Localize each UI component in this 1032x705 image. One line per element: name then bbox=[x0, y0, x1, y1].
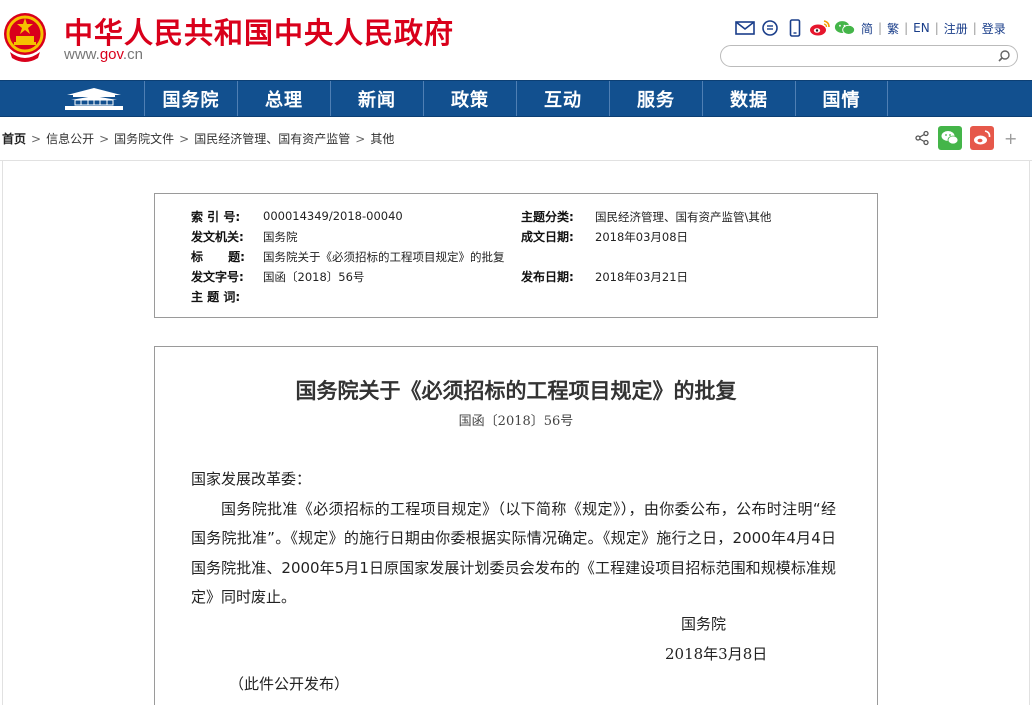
meta-topic-label: 主题分类: bbox=[521, 210, 574, 224]
article-title: 国务院关于《必须招标的工程项目规定》的批复 bbox=[295, 378, 737, 403]
meta-issuer-value: 国务院 bbox=[263, 230, 298, 244]
nav-item-premier[interactable]: 总理 bbox=[237, 81, 330, 116]
weibo-icon[interactable] bbox=[809, 18, 831, 38]
article-salutation: 国家发展改革委： bbox=[191, 470, 312, 488]
main-nav: 国务院 总理 新闻 政策 互动 服务 数据 国情 bbox=[0, 80, 1032, 117]
share-weibo-icon[interactable] bbox=[970, 126, 994, 150]
meta-row: 发文机关: 国务院 成文日期: 2018年03月08日 bbox=[155, 228, 877, 246]
breadcrumb-info-disclosure[interactable]: 信息公开 bbox=[46, 130, 94, 147]
meta-row: 发文字号: 国函〔2018〕56号 发布日期: 2018年03月21日 bbox=[155, 268, 877, 286]
nav-item-policy[interactable]: 政策 bbox=[423, 81, 516, 116]
share-bar: + bbox=[914, 126, 1017, 150]
breadcrumb-home[interactable]: 首页 bbox=[2, 130, 26, 147]
meta-topic-value: 国民经济管理、国有资产监管\其他 bbox=[595, 210, 772, 224]
meta-pubdate-label: 发布日期: bbox=[521, 270, 574, 284]
article-paragraph: 国务院批准《必须招标的工程项目规定》（以下简称《规定》），由你委公布，公布时注明… bbox=[191, 499, 836, 607]
nav-item-national-info[interactable]: 国情 bbox=[795, 81, 888, 116]
url-suffix: .cn bbox=[122, 46, 143, 63]
site-header: 中华人民共和国中央人民政府 www.gov.cn 简 | 繁 | EN | 注册… bbox=[0, 0, 1032, 80]
top-tools: 简 | 繁 | EN | 注册 | 登录 bbox=[734, 18, 1006, 38]
meta-docno-label: 发文字号: bbox=[191, 270, 244, 284]
nav-item-state-council[interactable]: 国务院 bbox=[144, 81, 237, 116]
link-register[interactable]: 注册 bbox=[944, 20, 968, 37]
meta-index-label: 索 引 号: bbox=[191, 210, 241, 224]
breadcrumb-separator: > bbox=[99, 131, 110, 146]
share-wechat-icon[interactable] bbox=[938, 126, 962, 150]
breadcrumb: 首页 > 信息公开 > 国务院文件 > 国民经济管理、国有资产监管 > 其他 bbox=[2, 130, 394, 147]
document-metadata-table: 索 引 号: 000014349/2018-00040 主题分类: 国民经济管理… bbox=[154, 193, 878, 318]
mail-icon[interactable] bbox=[734, 18, 756, 38]
nav-item-data[interactable]: 数据 bbox=[702, 81, 795, 116]
link-english[interactable]: EN bbox=[913, 21, 930, 35]
divider: | bbox=[972, 21, 977, 35]
meta-row: 索 引 号: 000014349/2018-00040 主题分类: 国民经济管理… bbox=[155, 208, 877, 226]
article-signer: 国务院 bbox=[681, 615, 727, 633]
nav-item-interaction[interactable]: 互动 bbox=[516, 81, 609, 116]
search-icon[interactable] bbox=[997, 49, 1011, 63]
divider: | bbox=[904, 21, 909, 35]
article-doc-number: 国函〔2018〕56号 bbox=[458, 414, 574, 429]
article-publish-note: （此件公开发布） bbox=[229, 675, 350, 693]
meta-row: 标 题: 国务院关于《必须招标的工程项目规定》的批复 bbox=[155, 248, 877, 266]
breadcrumb-separator: > bbox=[179, 131, 190, 146]
nav-item-news[interactable]: 新闻 bbox=[330, 81, 423, 116]
wechat-icon[interactable] bbox=[834, 18, 856, 38]
meta-index-value: 000014349/2018-00040 bbox=[263, 209, 403, 223]
search-box bbox=[720, 45, 1018, 67]
breadcrumb-separator: > bbox=[31, 131, 42, 146]
search-input[interactable] bbox=[731, 48, 991, 64]
breadcrumb-other[interactable]: 其他 bbox=[370, 130, 394, 147]
url-prefix: www. bbox=[64, 46, 100, 63]
meta-docno-value: 国函〔2018〕56号 bbox=[263, 270, 365, 284]
nav-home[interactable] bbox=[44, 81, 144, 116]
breadcrumb-state-council-docs[interactable]: 国务院文件 bbox=[114, 130, 174, 147]
share-more-button[interactable]: + bbox=[1004, 129, 1017, 148]
url-brand: gov bbox=[99, 46, 123, 63]
meta-row: 主 题 词: bbox=[155, 288, 877, 306]
nav-item-services[interactable]: 服务 bbox=[609, 81, 702, 116]
article-sign-date: 2018年3月8日 bbox=[665, 645, 768, 663]
nav-items: 国务院 总理 新闻 政策 互动 服务 数据 国情 bbox=[144, 81, 888, 116]
article-content: 国家发展改革委： 国务院批准《必须招标的工程项目规定》（以下简称《规定》），由你… bbox=[191, 465, 836, 613]
article-body-panel: 国务院关于《必须招标的工程项目规定》的批复 国函〔2018〕56号 国家发展改革… bbox=[154, 346, 878, 705]
meta-title-label: 标 题: bbox=[191, 250, 245, 264]
mobile-icon[interactable] bbox=[784, 18, 806, 38]
language-account-links: 简 | 繁 | EN | 注册 | 登录 bbox=[861, 20, 1006, 37]
divider: | bbox=[878, 21, 883, 35]
divider: | bbox=[934, 21, 939, 35]
site-url[interactable]: www.gov.cn bbox=[64, 46, 143, 63]
tiananmen-icon bbox=[65, 87, 123, 110]
link-login[interactable]: 登录 bbox=[982, 20, 1006, 37]
link-simplified[interactable]: 简 bbox=[861, 20, 873, 37]
message-icon[interactable] bbox=[759, 18, 781, 38]
meta-pubdate-value: 2018年03月21日 bbox=[595, 270, 689, 284]
meta-title-value: 国务院关于《必须招标的工程项目规定》的批复 bbox=[263, 250, 505, 264]
share-icon[interactable] bbox=[914, 130, 930, 146]
link-traditional[interactable]: 繁 bbox=[887, 20, 899, 37]
meta-keywords-label: 主 题 词: bbox=[191, 290, 241, 304]
meta-date-written-value: 2018年03月08日 bbox=[595, 230, 689, 244]
meta-date-written-label: 成文日期: bbox=[521, 230, 574, 244]
breadcrumb-economy[interactable]: 国民经济管理、国有资产监管 bbox=[194, 130, 350, 147]
meta-issuer-label: 发文机关: bbox=[191, 230, 244, 244]
breadcrumb-separator: > bbox=[355, 131, 366, 146]
national-emblem-icon[interactable] bbox=[2, 8, 48, 66]
